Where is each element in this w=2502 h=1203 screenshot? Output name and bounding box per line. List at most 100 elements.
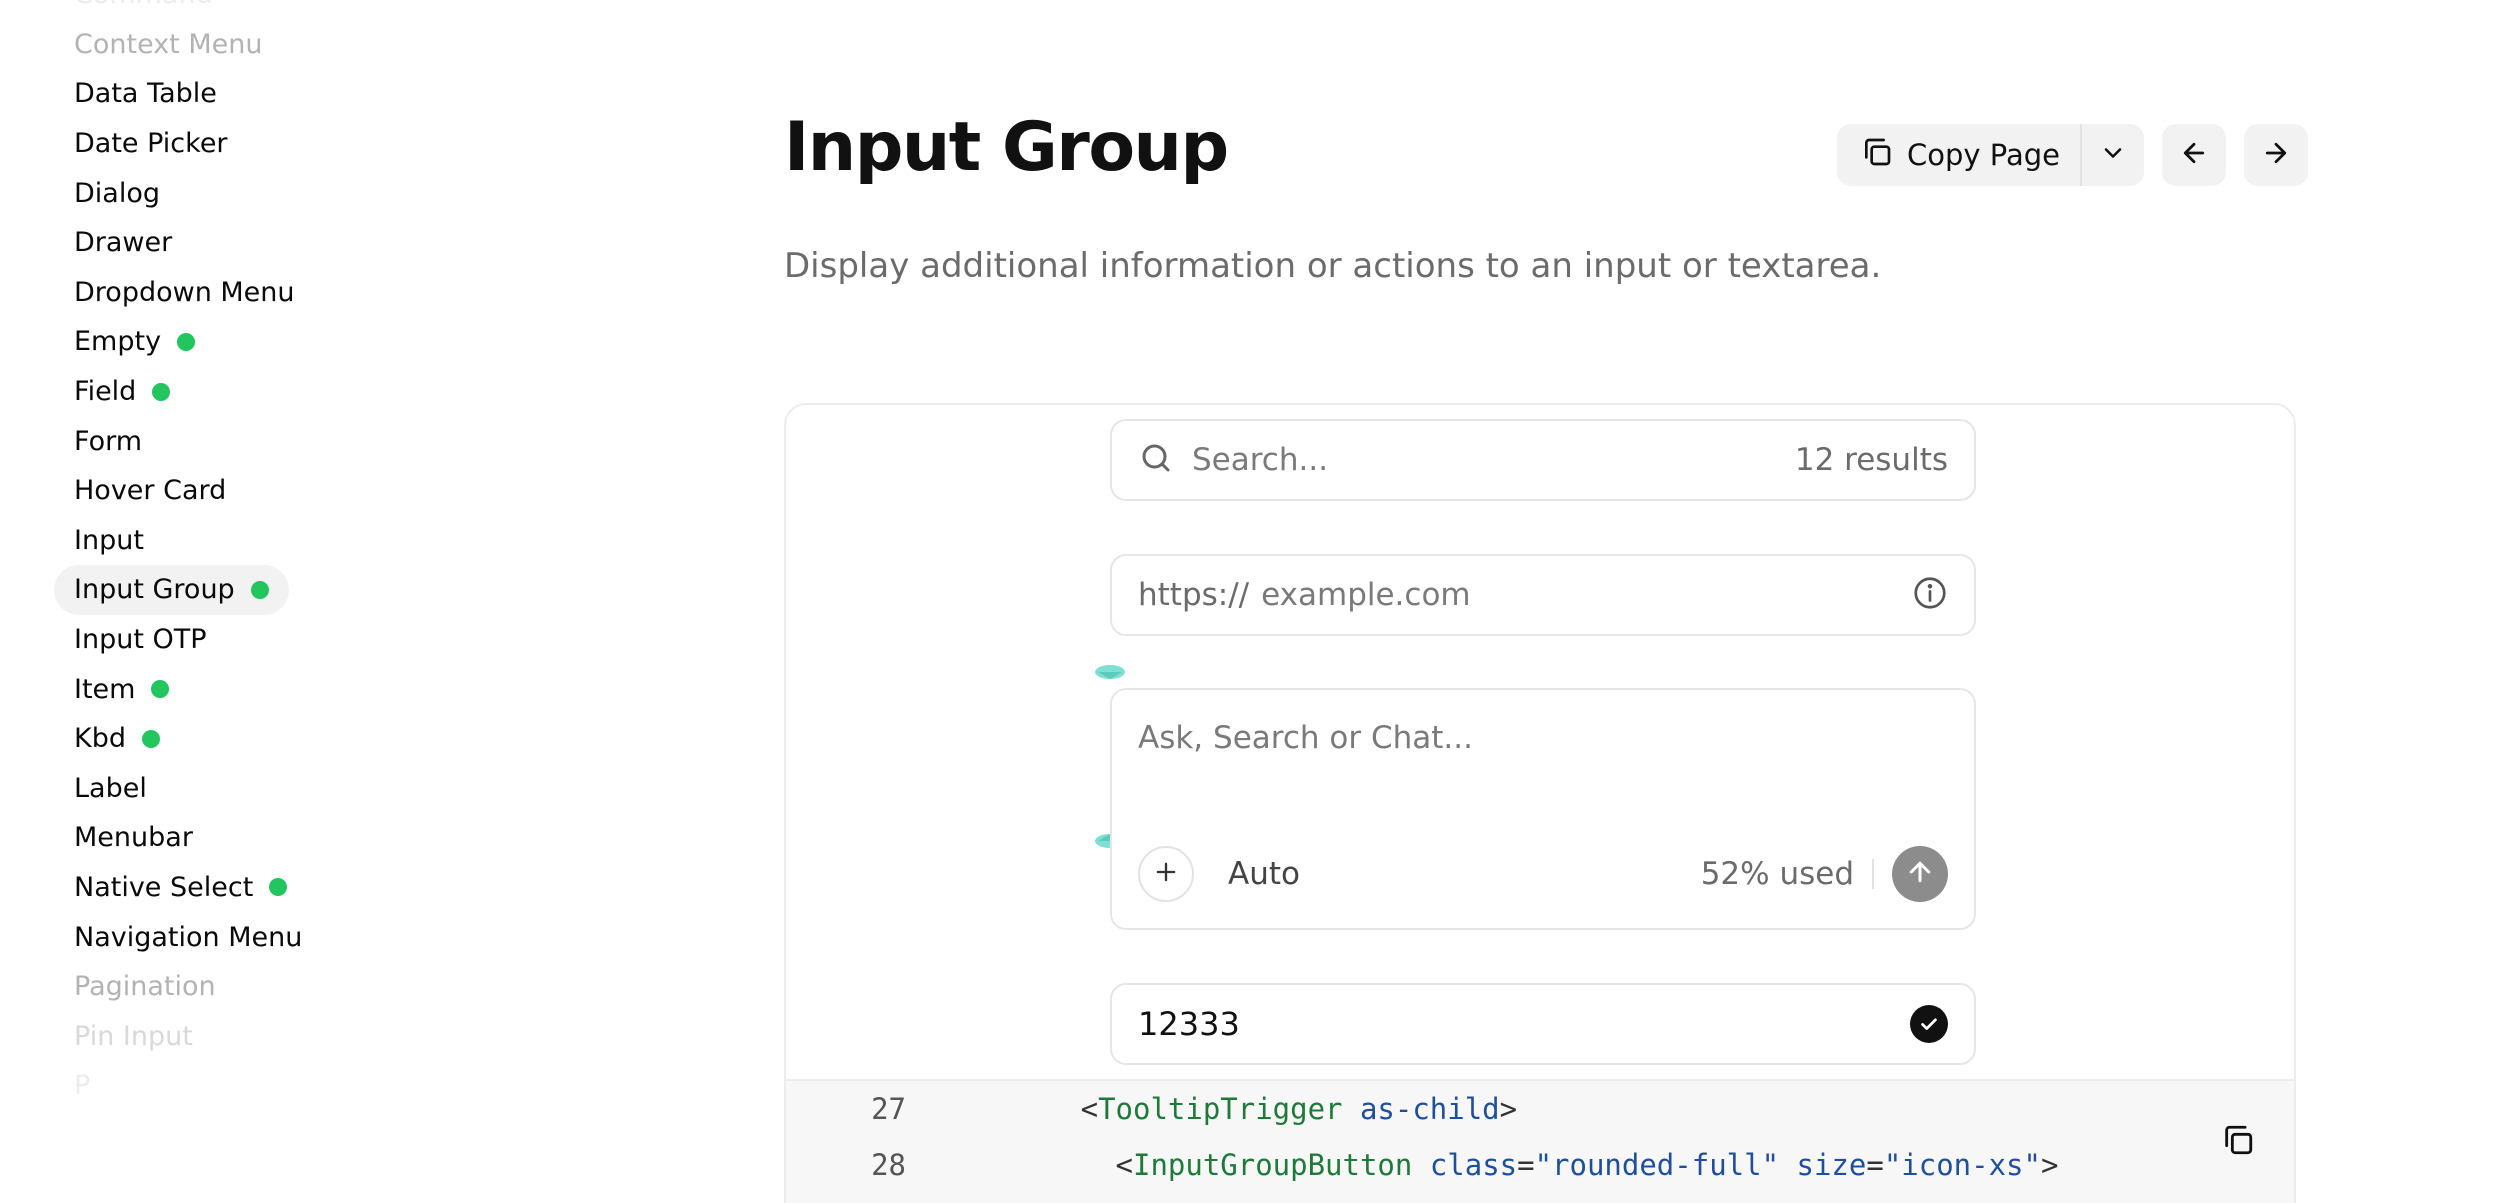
line-number: 28 [871,1148,906,1182]
code-tag: TooltipTrigger [1098,1092,1343,1126]
code-line: 27 <TooltipTrigger as-child> [786,1081,1517,1137]
url-prefix: https:// [1138,577,1250,613]
code-string: "icon-xs" [1883,1148,2041,1182]
component-preview: Search... 12 results https:// example.co… [784,403,2296,1203]
sidebar-item-form[interactable]: Form [54,416,162,466]
sidebar-item-command[interactable]: Command [54,0,233,20]
copy-page-dropdown-button[interactable] [2082,124,2144,186]
code-punct [1412,1148,1429,1182]
add-attachment-button[interactable] [1138,846,1194,902]
copy-page-label: Copy Page [1907,138,2060,172]
line-number: 27 [871,1092,906,1126]
sidebar-item-label: Input Group [74,574,235,606]
validated-input-group[interactable]: 12333 [1110,983,1976,1065]
sidebar-item-native-select[interactable]: Native Select [54,863,307,913]
sidebar-item-label: Navigation Menu [74,921,303,953]
sidebar-item-label: Command [74,0,213,10]
sidebar-item-empty[interactable]: Empty [54,317,215,367]
sidebar-item-label: Context Menu [74,28,263,60]
copy-icon [1861,136,1893,175]
arrow-left-icon [2179,138,2209,172]
new-badge-dot [269,878,288,897]
sidebar-item-label: Native Select [74,871,254,903]
next-page-button[interactable] [2244,124,2308,186]
sidebar-item-label: Dropdown Menu [74,276,295,308]
value-input[interactable]: 12333 [1138,1005,1910,1043]
search-results-count: 12 results [1794,442,1948,478]
sidebar-item-context-menu[interactable]: Context Menu [54,20,283,70]
code-attr: as-child [1359,1092,1500,1126]
sidebar-nav: Command Context Menu Data Table Date Picker… [0,0,420,1203]
sidebar-item-dialog[interactable]: Dialog [54,168,180,218]
sidebar-item-label: Kbd [74,723,126,755]
sidebar-item-label: Dialog [74,177,160,209]
sidebar-item-hover-card[interactable]: Hover Card [54,466,246,516]
plus-icon [1152,858,1180,890]
sidebar-item-dropdown-menu[interactable]: Dropdown Menu [54,268,315,318]
chat-textarea[interactable]: Ask, Search or Chat... [1138,720,1473,756]
page-title: Input Group [784,108,1229,187]
sidebar-item-kbd[interactable]: Kbd [54,714,180,764]
previous-page-button[interactable] [2162,124,2226,186]
divider [1872,859,1874,889]
page-description: Display additional information or action… [784,246,1882,286]
sidebar-item-data-table[interactable]: Data Table [54,69,237,119]
chat-input-group[interactable]: Ask, Search or Chat... Auto 52% used [1110,688,1976,930]
sidebar-item-label: Date Picker [74,128,228,160]
sidebar-item-label: Input OTP [74,624,207,656]
sidebar-item-p[interactable]: P [54,1061,110,1111]
sidebar-item-navigation-menu[interactable]: Navigation Menu [54,912,322,962]
arrow-right-icon [2261,138,2291,172]
usage-label: 52% used [1700,856,1854,892]
sidebar-item-input[interactable]: Input [54,516,164,566]
chevron-down-icon [2099,139,2127,171]
url-input[interactable]: example.com [1261,577,1912,613]
sidebar-item-date-picker[interactable]: Date Picker [54,119,248,169]
search-input[interactable]: Search... [1192,442,1795,478]
search-input-group[interactable]: Search... 12 results [1110,419,1976,501]
copy-code-button[interactable] [2216,1121,2260,1165]
code-punct: = [1517,1148,1535,1182]
new-badge-dot [177,332,196,351]
page-actions: Copy Page [1837,124,2308,186]
sidebar-item-label: Menubar [74,822,193,854]
chat-toolbar: Auto 52% used [1138,846,1948,902]
search-icon [1138,440,1174,480]
code-punct: < [906,1148,1133,1182]
sidebar-item-input-group[interactable]: Input Group [54,565,289,615]
sidebar-item-label: Item [74,673,136,705]
code-punct: < [906,1092,1099,1126]
sidebar-item-drawer[interactable]: Drawer [54,218,192,268]
sidebar-item-label: Data Table [74,78,217,110]
sidebar-item-label: Pin Input [74,1020,193,1052]
code-punct: = [1866,1148,1884,1182]
sidebar-item-field[interactable]: Field [54,367,190,417]
copy-page-button[interactable]: Copy Page [1837,124,2080,186]
info-icon[interactable] [1912,575,1948,615]
sidebar-item-pin-input[interactable]: Pin Input [54,1011,213,1061]
sidebar-item-pagination[interactable]: Pagination [54,962,236,1012]
sidebar-item-label[interactable]: Label [54,764,167,814]
sidebar-item-menubar[interactable]: Menubar [54,813,213,863]
new-badge-dot [141,729,160,748]
sidebar-item-item[interactable]: Item [54,664,189,714]
url-input-group[interactable]: https:// example.com [1110,554,1976,636]
code-line: 28 <InputGroupButton class="rounded-full… [786,1137,2058,1193]
sidebar-list: Command Context Menu Data Table Date Picker… [54,0,322,1111]
code-attr: size [1796,1148,1867,1182]
arrow-up-icon [1905,857,1935,891]
sidebar-item-label: Empty [74,326,162,358]
mode-select[interactable]: Auto [1228,856,1701,892]
code-string: "rounded-full" [1534,1148,1780,1182]
sidebar-item-label: Label [74,772,147,804]
sidebar-item-label: Drawer [74,227,173,259]
new-badge-dot [151,680,170,699]
code-text: <TooltipTrigger as-child> [906,1092,1518,1126]
sidebar-item-label: Field [74,376,137,408]
sidebar-item-label: Input [74,524,144,556]
send-button[interactable] [1892,846,1948,902]
code-text: <InputGroupButton class="rounded-full" s… [906,1148,2059,1182]
sidebar-item-input-otp[interactable]: Input OTP [54,615,227,665]
code-tag: InputGroupButton [1132,1148,1413,1182]
resize-handle-icon[interactable] [1094,664,1126,680]
